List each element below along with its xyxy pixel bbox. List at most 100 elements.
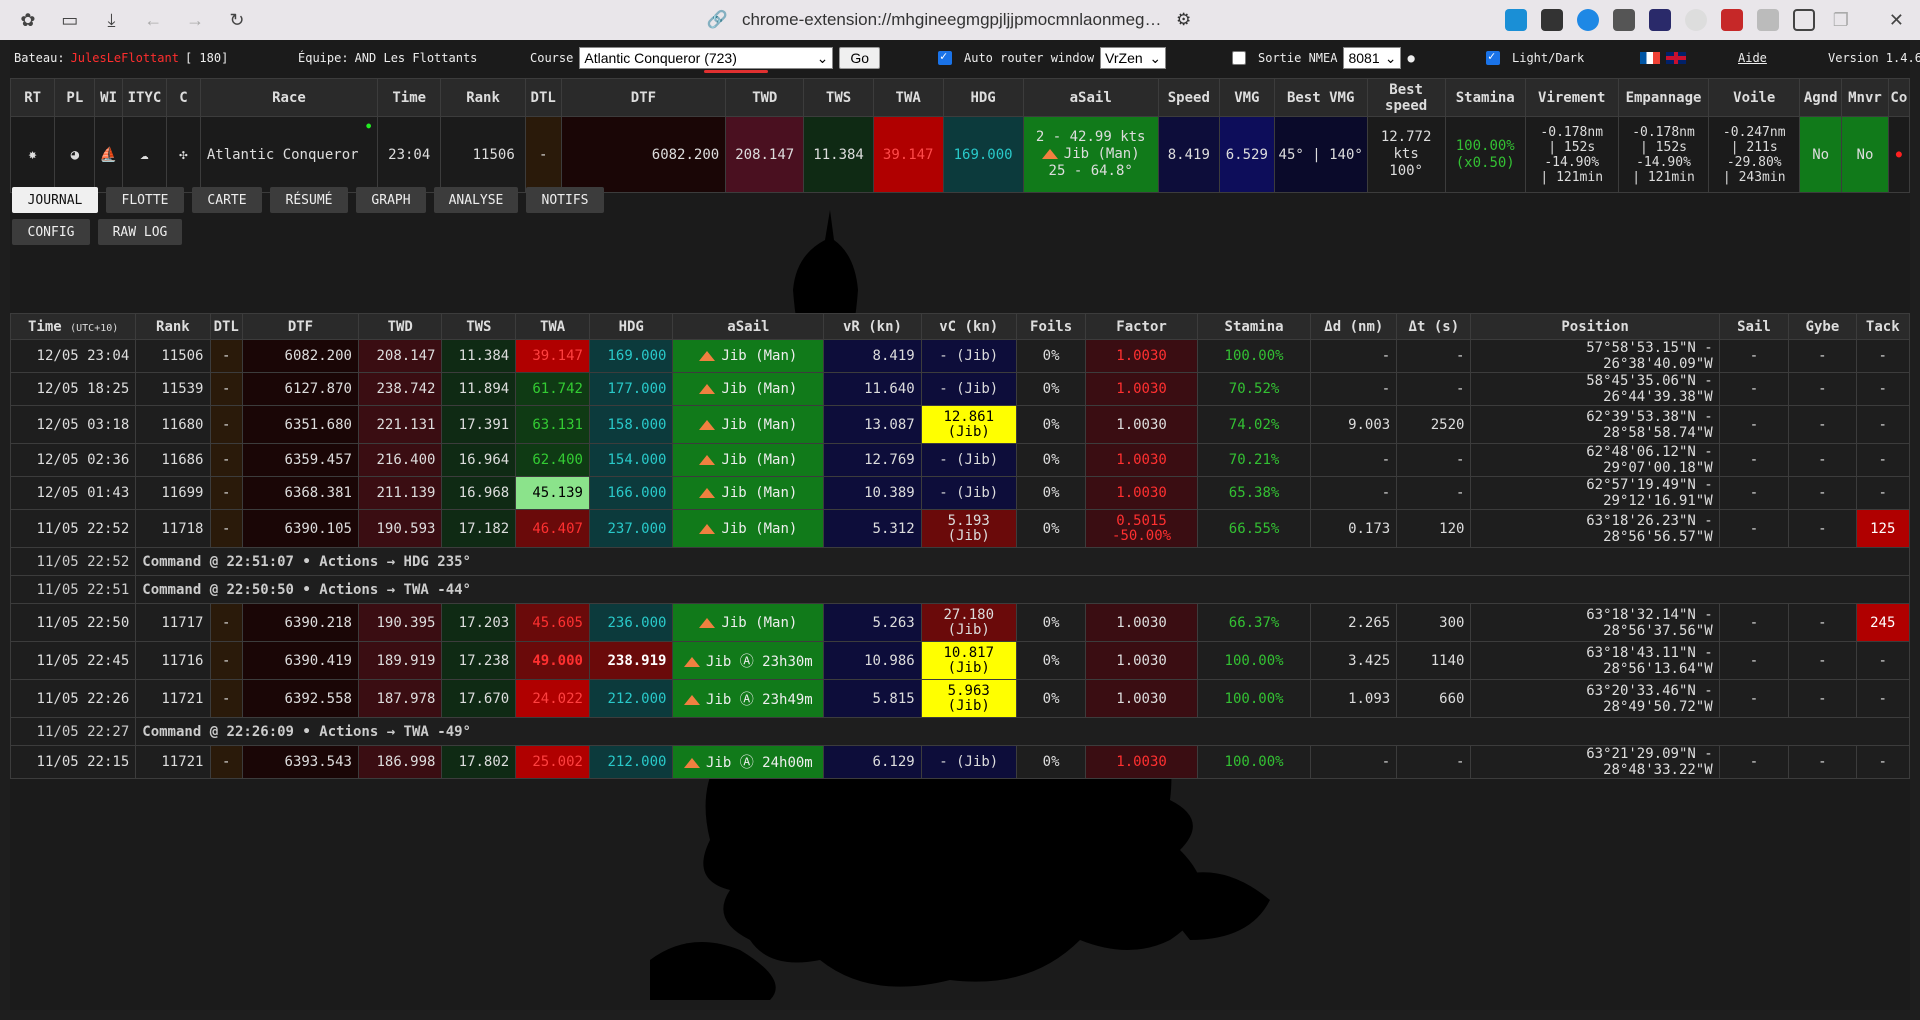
command-row: 11/05 22:27 Command @ 22:26:09 • Actions … xyxy=(9,717,1910,746)
cell-dtf: 6390.105 xyxy=(241,509,359,548)
cell-foils: 0% xyxy=(1015,745,1087,779)
cell-hdg: 154.000 xyxy=(588,443,674,477)
journal-header: Time (UTC+10) xyxy=(9,313,137,340)
tab-notifs[interactable]: NOTIFS xyxy=(526,187,604,213)
stamina-multiplier: (x0.50) xyxy=(1455,154,1515,171)
summary-asail-line2-text: Jib (Man) xyxy=(1063,146,1140,162)
course-select[interactable]: Atlantic Conqueror (723) ⌄ xyxy=(579,47,834,69)
address-bar[interactable]: 🔗 chrome-extension://mhgineegmgpjljjpmoc… xyxy=(707,10,1307,30)
extension-chart-icon[interactable] xyxy=(1504,9,1527,31)
cell-tack: 125 xyxy=(1855,509,1911,548)
flag-uk-icon[interactable] xyxy=(1666,52,1686,64)
nmea-checkbox[interactable] xyxy=(1232,51,1246,65)
cell-dt: - xyxy=(1396,372,1472,406)
table-row[interactable]: 11/05 22:50 11717-6390.218 190.395 17.203 45… xyxy=(9,603,1911,642)
extension-trophy-icon[interactable] xyxy=(1612,9,1635,31)
cell-rank: 11699 xyxy=(135,476,211,510)
sidebar-toggle-icon[interactable]: ▭ xyxy=(58,8,82,32)
online-dot-icon: ● xyxy=(366,121,372,130)
app-logo-icon[interactable]: ✿ xyxy=(16,8,40,32)
table-row[interactable]: 12/05 03:18 11680-6351.680 221.131 17.391 63… xyxy=(9,405,1911,444)
summary-race[interactable]: Atlantic Conqueror ● xyxy=(199,116,379,193)
extension-ublock-icon[interactable] xyxy=(1720,9,1743,31)
lightdark-checkbox[interactable] xyxy=(1486,49,1500,65)
boat-icon[interactable]: ⛵ xyxy=(94,116,123,193)
restore-icon[interactable]: ❐ xyxy=(1833,10,1849,31)
cell-factor: 1.0030 xyxy=(1085,372,1198,406)
tab-carte[interactable]: CARTE xyxy=(192,187,262,213)
router-select[interactable]: VrZen ⌄ xyxy=(1100,47,1167,69)
summary-header: Co xyxy=(1887,78,1911,117)
back-icon[interactable]: ← xyxy=(141,8,165,32)
team-icon[interactable]: ✣ xyxy=(166,116,201,193)
course-select-value: Atlantic Conqueror (723) xyxy=(584,50,737,66)
tab-config[interactable]: CONFIG xyxy=(12,219,90,245)
close-icon[interactable]: ✕ xyxy=(1889,10,1904,31)
cell-sail-change: - xyxy=(1718,405,1790,444)
cell-factor: 1.0030 xyxy=(1085,405,1198,444)
cell-time: 12/05 03:18 xyxy=(9,405,137,444)
forward-icon[interactable]: → xyxy=(183,8,207,32)
flag-fr-icon[interactable] xyxy=(1640,52,1660,64)
vc-value: 12.861 xyxy=(943,408,995,425)
table-row[interactable]: 12/05 23:04 11506-6082.200 208.147 11.384 39… xyxy=(9,339,1911,373)
extension-figure-icon[interactable] xyxy=(1756,9,1779,31)
table-row[interactable]: 11/05 22:45 11716-6390.419 189.919 17.238 49… xyxy=(9,641,1911,680)
table-row[interactable]: 11/05 22:15 11721-6393.543 186.998 17.802 25… xyxy=(9,745,1911,779)
cell-dd: 1.093 xyxy=(1310,679,1398,718)
cell-vc: 10.817 (Jib) xyxy=(920,641,1017,680)
rt-icon[interactable]: ✸ xyxy=(9,116,56,193)
table-row[interactable]: 12/05 01:43 11699-6368.381 211.139 16.968 45… xyxy=(9,476,1911,510)
summary-header: TWD xyxy=(725,78,805,117)
reload-icon[interactable]: ↻ xyxy=(225,8,249,32)
table-row[interactable]: 12/05 18:25 11539-6127.870 238.742 11.894 61… xyxy=(9,372,1911,406)
cell-twa: 49.000 xyxy=(515,641,590,680)
vc-sail: (Jib) xyxy=(947,527,990,544)
cell-hdg: 177.000 xyxy=(588,372,674,406)
cell-stamina: 74.02% xyxy=(1196,405,1312,444)
voile-line: -29.80% xyxy=(1726,154,1782,170)
download-icon[interactable]: ⤓ xyxy=(100,8,124,32)
best-speed-value: 12.772 xyxy=(1380,129,1432,145)
extension-shazam-icon[interactable] xyxy=(1576,9,1599,31)
cell-tack: - xyxy=(1855,405,1911,444)
tab-graph[interactable]: GRAPH xyxy=(356,187,426,213)
extension-qr-icon[interactable] xyxy=(1540,9,1563,31)
tab-raw-log[interactable]: RAW LOG xyxy=(98,219,182,245)
split-view-icon[interactable] xyxy=(1792,9,1815,31)
cell-sail-change: - xyxy=(1718,372,1790,406)
table-row[interactable]: 12/05 02:36 11686-6359.457 216.400 16.964 62… xyxy=(9,443,1911,477)
go-button[interactable]: Go xyxy=(839,47,881,69)
extension-shield-icon[interactable] xyxy=(1648,9,1671,31)
tune-icon[interactable]: ⚙ xyxy=(1176,10,1191,30)
table-row[interactable]: 11/05 22:52 11718-6390.105 190.593 17.182 46… xyxy=(9,509,1911,548)
tab-analyse[interactable]: ANALYSE xyxy=(434,187,518,213)
cell-tack: - xyxy=(1855,339,1911,373)
cell-twd: 221.131 xyxy=(357,405,443,444)
nmea-label: Sortie NMEA xyxy=(1258,51,1338,65)
planet-icon[interactable]: ◕ xyxy=(54,116,96,193)
cell-sail-change: - xyxy=(1718,745,1790,779)
cell-rank: 11680 xyxy=(135,405,211,444)
cell-rank: 11716 xyxy=(135,641,211,680)
tab-journal[interactable]: JOURNAL xyxy=(12,187,98,213)
cell-foils: 0% xyxy=(1015,372,1087,406)
status-dot-icon: ● xyxy=(1407,51,1415,65)
cell-vc: 5.193 (Jib) xyxy=(920,509,1017,548)
sail-text: Jib Ⓐ 24h00m xyxy=(706,755,813,771)
connection-dot-icon: ● xyxy=(1887,116,1911,193)
cell-dtl: - xyxy=(209,476,243,510)
tab-resume[interactable]: RÉSUMÉ xyxy=(270,187,348,213)
help-link[interactable]: Aide xyxy=(1738,51,1767,65)
cell-tws: 11.894 xyxy=(441,372,517,406)
port-select[interactable]: 8081 ⌄ xyxy=(1343,47,1402,69)
table-row[interactable]: 11/05 22:26 11721-6392.558 187.978 17.670 24… xyxy=(9,679,1911,718)
auto-router-checkbox[interactable] xyxy=(938,49,952,65)
tab-flotte[interactable]: FLOTTE xyxy=(106,187,184,213)
journal-header: HDG xyxy=(588,313,674,340)
cell-dd: - xyxy=(1310,372,1398,406)
cell-hdg: 212.000 xyxy=(588,679,674,718)
cloud-icon[interactable]: ☁ xyxy=(121,116,168,193)
extension-circle-icon[interactable] xyxy=(1684,9,1707,31)
cell-vr: 13.087 xyxy=(823,405,922,444)
